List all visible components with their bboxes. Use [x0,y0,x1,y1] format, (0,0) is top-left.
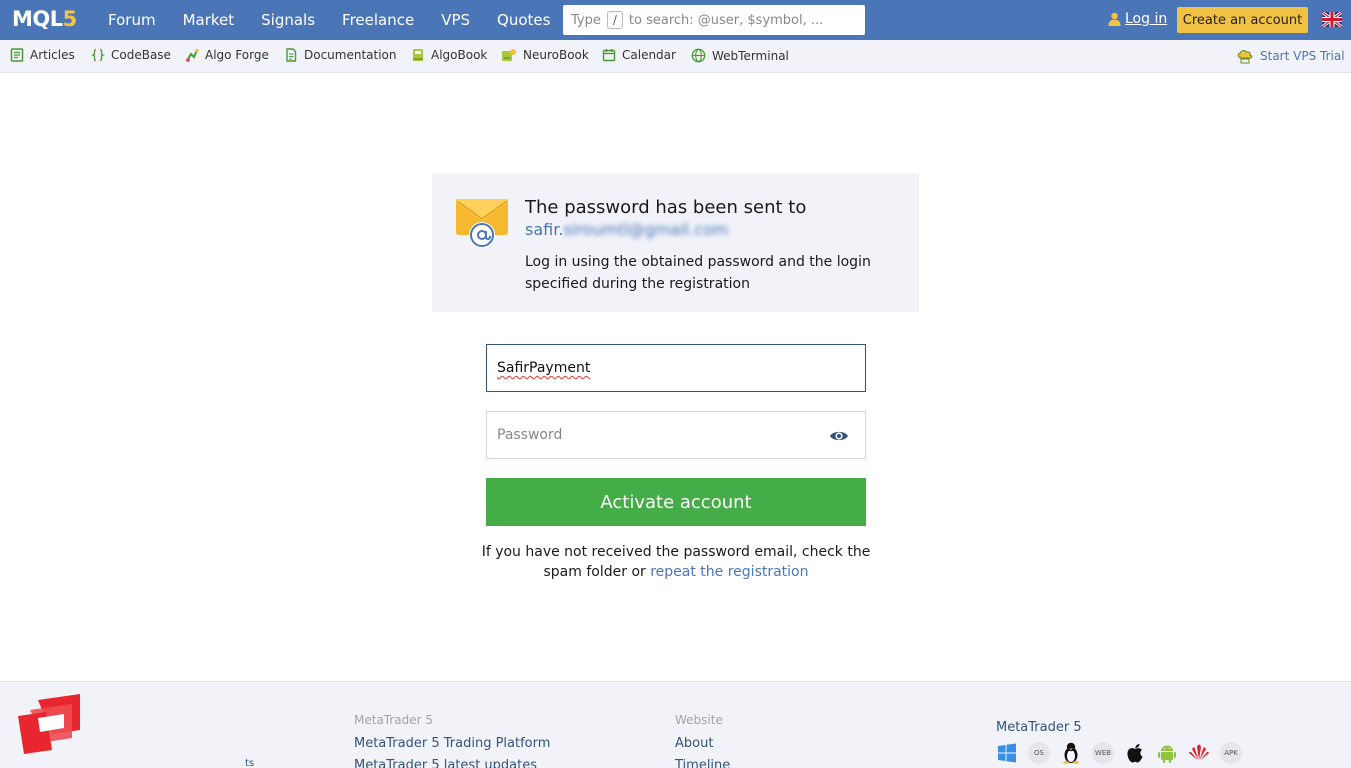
subnav-algo-forge[interactable]: Algo Forge [185,48,269,62]
footer-link[interactable]: About [675,736,713,751]
vps-cloud-icon [1237,50,1253,64]
apk-label: APK [1224,749,1238,757]
uk-flag-icon[interactable] [1322,12,1342,27]
calendar-icon [602,49,616,62]
nav-market[interactable]: Market [183,11,235,29]
main-nav: Forum Market Signals Freelance VPS Quote… [108,0,577,40]
web-label: WEB [1094,749,1112,757]
activate-account-button[interactable]: Activate account [486,478,866,526]
subnav-label: NeuroBook [523,48,589,62]
algo-forge-icon [186,48,199,62]
footer-col1-heading: MetaTrader 5 [354,713,434,727]
neurobook-icon [502,49,516,61]
search-shortcut-key: / [606,11,623,29]
nav-quotes[interactable]: Quotes [497,11,550,29]
documentation-icon [286,48,297,62]
footer: ts MetaTrader 5 MetaTrader 5 Trading Pla… [0,681,1351,768]
nav-forum[interactable]: Forum [108,11,156,29]
subnav-codebase[interactable]: CodeBase [91,48,171,62]
email-blurred-part: siroumtl@gmail.com [563,220,729,239]
create-account-button[interactable]: Create an account [1177,7,1308,33]
subnav-label: Articles [30,48,75,62]
start-vps-trial-link[interactable]: Start VPS Trial [1236,48,1345,64]
repeat-registration-link[interactable]: repeat the registration [650,564,808,580]
search-input[interactable]: Type / to search: @user, $symbol, ... [563,5,865,35]
email-visible-part: safir. [525,220,564,239]
notice-description: Log in using the obtained password and t… [525,254,871,292]
logo-five: 5 [62,7,78,31]
secondary-nav: Articles CodeBase Algo Forge Documentati… [0,40,1351,73]
linux-icon[interactable] [1060,742,1082,764]
articles-icon [10,48,24,62]
login-value: SafirPayment [497,360,591,376]
macos-label: OS [1034,749,1044,757]
huawei-icon[interactable] [1188,742,1210,764]
web-icon[interactable]: WEB [1092,742,1114,764]
subnav-label: AlgoBook [431,48,488,62]
help-text: If you have not received the password em… [476,542,876,582]
windows-icon[interactable] [996,742,1018,764]
search-prefix: Type [571,12,601,28]
subnav-label: WebTerminal [712,48,789,63]
subnav-label: Documentation [304,48,397,62]
nav-signals[interactable]: Signals [261,11,315,29]
subnav-calendar[interactable]: Calendar [602,48,676,62]
footer-col2-heading: Website [675,713,723,727]
footer-link[interactable]: Timeline [675,758,730,768]
password-placeholder: Password [497,427,563,443]
macos-icon[interactable]: OS [1028,742,1050,764]
metaquotes-logo-icon[interactable] [16,692,84,754]
platform-icons: OS WEB APK [996,742,1252,764]
subnav-articles[interactable]: Articles [10,48,75,62]
footer-link[interactable]: MetaTrader 5 Trading Platform [354,736,550,751]
notice-email: safir.siroumtl@gmail.com [525,220,728,239]
webterminal-icon [691,48,706,63]
logo-text: MQL [12,7,63,31]
notice-title: The password has been sent to [525,197,807,218]
password-field[interactable]: Password [486,411,866,459]
password-sent-notice: The password has been sent to safir.siro… [432,173,919,312]
top-bar: MQL5 Forum Market Signals Freelance VPS … [0,0,1351,40]
nav-vps[interactable]: VPS [441,11,470,29]
subnav-label: CodeBase [111,48,171,62]
subnav-documentation[interactable]: Documentation [284,48,397,62]
login-field[interactable]: SafirPayment [486,344,866,392]
vps-trial-label: Start VPS Trial [1260,49,1345,63]
android-icon[interactable] [1156,742,1178,764]
user-icon [1108,12,1121,26]
show-password-eye-icon[interactable] [829,429,849,443]
codebase-icon [91,48,105,62]
search-placeholder: to search: @user, $symbol, ... [628,12,824,28]
algobook-icon [413,49,423,61]
nav-freelance[interactable]: Freelance [342,11,414,29]
apple-icon[interactable] [1124,742,1146,764]
footer-cut-text: ts [245,758,255,768]
login-link[interactable]: Log in [1108,11,1167,27]
subnav-neurobook[interactable]: NeuroBook [501,48,589,62]
footer-link[interactable]: MetaTrader 5 latest updates [354,758,537,768]
login-label: Log in [1125,11,1168,27]
apk-icon[interactable]: APK [1220,742,1242,764]
subnav-webterminal[interactable]: WebTerminal [691,48,789,63]
footer-mt5-title: MetaTrader 5 [996,720,1082,735]
mql5-logo[interactable]: MQL5 [12,7,77,33]
email-envelope-icon [456,199,508,248]
subnav-label: Algo Forge [205,48,269,62]
subnav-label: Calendar [622,48,676,62]
subnav-algobook[interactable]: AlgoBook [411,48,487,62]
